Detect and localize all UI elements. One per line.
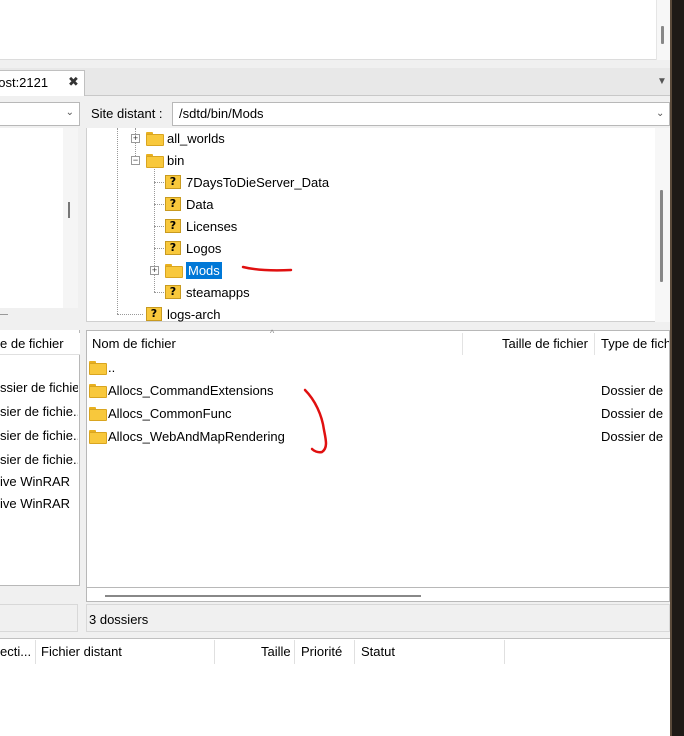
queue-column-remote-file[interactable]: Fichier distant	[41, 644, 122, 659]
remote-list-hscroll-thumb[interactable]	[105, 595, 421, 597]
close-icon[interactable]: ✖	[68, 74, 79, 90]
remote-status-text: 3 dossiers	[89, 612, 149, 627]
queue-column-priority[interactable]: Priorité	[301, 644, 342, 659]
tree-item-logs-arch[interactable]: ? logs-arch	[146, 304, 220, 324]
question-folder-icon: ?	[146, 307, 162, 321]
column-separator[interactable]	[594, 333, 595, 355]
message-log	[0, 0, 670, 60]
column-separator[interactable]	[294, 640, 295, 664]
expand-icon[interactable]: +	[150, 266, 159, 275]
tree-item-label: all_worlds	[167, 130, 225, 146]
tree-item-7daystodieserver-data[interactable]: ? 7DaysToDieServer_Data	[165, 172, 329, 192]
tree-item-data[interactable]: ? Data	[165, 194, 213, 214]
file-type: Dossier de	[601, 383, 664, 398]
folder-icon	[146, 132, 164, 146]
list-item[interactable]: sier de fichie...	[0, 452, 78, 467]
list-item[interactable]: sier de fichie...	[0, 428, 78, 443]
column-separator[interactable]	[504, 640, 505, 664]
list-item[interactable]: sier de fichie...	[0, 404, 78, 419]
tree-connector	[154, 204, 164, 205]
tree-connector	[154, 248, 164, 249]
column-header-filesize[interactable]: Taille de fichier	[502, 333, 592, 355]
local-site-path-combobox[interactable]: ⌄	[0, 102, 80, 126]
tree-connector	[154, 226, 164, 227]
tree-item-label: Licenses	[186, 218, 238, 234]
remote-tree-scroll-thumb[interactable]	[660, 190, 663, 282]
table-row[interactable]: Allocs_CommandExtensions	[89, 379, 273, 401]
column-header-filetype[interactable]: Type de fichier	[601, 333, 669, 355]
list-item[interactable]: ive WinRAR	[0, 496, 78, 511]
table-row[interactable]: Allocs_CommonFunc	[89, 402, 232, 424]
file-name: Allocs_WebAndMapRendering	[108, 428, 285, 444]
tree-item-label: logs-arch	[167, 306, 221, 322]
queue-column-direction[interactable]: ecti...	[0, 644, 31, 659]
table-row-parent[interactable]: ..	[89, 356, 115, 378]
tree-item-licenses[interactable]: ? Licenses	[165, 216, 237, 236]
remote-status-bar	[86, 604, 670, 632]
question-folder-icon: ?	[165, 285, 181, 299]
folder-icon	[89, 361, 107, 375]
chevron-down-icon[interactable]: ▼	[657, 76, 667, 87]
expand-icon[interactable]: +	[131, 134, 140, 143]
queue-column-size[interactable]: Taille	[261, 644, 291, 659]
column-separator[interactable]	[214, 640, 215, 664]
queue-column-status[interactable]: Statut	[361, 644, 395, 659]
folder-icon	[89, 384, 107, 398]
tree-connector	[117, 128, 118, 314]
table-row[interactable]: Allocs_WebAndMapRendering	[89, 425, 285, 447]
folder-icon	[146, 154, 164, 168]
folder-open-icon	[165, 264, 183, 278]
folder-icon	[89, 430, 107, 444]
tree-item-label: bin	[167, 152, 185, 168]
column-separator[interactable]	[354, 640, 355, 664]
local-column-header-type[interactable]: e de fichier	[0, 333, 80, 355]
column-separator[interactable]	[462, 333, 463, 355]
local-tree-scroll-thumb[interactable]	[68, 202, 70, 218]
collapse-icon[interactable]: −	[131, 156, 140, 165]
tree-connector	[154, 182, 164, 183]
window-edge	[670, 0, 684, 736]
tree-item-label: 7DaysToDieServer_Data	[186, 174, 330, 190]
message-log-scroll-thumb[interactable]	[661, 26, 664, 44]
parent-dir-label: ..	[108, 359, 116, 375]
tree-item-logos[interactable]: ? Logos	[165, 238, 221, 258]
tree-item-mods[interactable]: Mods	[165, 260, 222, 280]
local-tree-scrollbar[interactable]	[63, 128, 78, 308]
column-header-filename[interactable]: Nom de fichier	[92, 333, 460, 355]
tree-item-label: Logos	[186, 240, 222, 256]
question-folder-icon: ?	[165, 197, 181, 211]
file-name: Allocs_CommonFunc	[108, 405, 232, 421]
chevron-down-icon[interactable]: ⌄	[66, 107, 74, 118]
local-tree-connector	[0, 314, 8, 315]
folder-icon	[89, 407, 107, 421]
pane-splitter[interactable]	[0, 322, 670, 330]
tree-connector	[117, 314, 143, 315]
question-folder-icon: ?	[165, 241, 181, 255]
file-type: Dossier de	[601, 429, 664, 444]
column-separator[interactable]	[35, 640, 36, 664]
chevron-down-icon[interactable]: ⌄	[656, 108, 664, 119]
tree-item-label: Data	[186, 196, 214, 212]
tree-item-label-selected: Mods	[186, 261, 222, 279]
question-folder-icon: ?	[165, 175, 181, 189]
tree-item-bin[interactable]: bin	[146, 150, 184, 170]
file-type: Dossier de	[601, 406, 664, 421]
tree-item-steamapps[interactable]: ? steamapps	[165, 282, 250, 302]
remote-site-label: Site distant :	[91, 106, 163, 121]
tree-item-all-worlds[interactable]: all_worlds	[146, 128, 225, 148]
tab-label[interactable]: host:2121	[0, 75, 48, 90]
remote-site-path-value[interactable]: /sdtd/bin/Mods	[179, 106, 264, 121]
tree-connector	[154, 292, 164, 293]
tree-item-label: steamapps	[186, 284, 250, 300]
remote-file-list[interactable]	[86, 330, 670, 588]
list-item[interactable]: ssier de fichie...	[0, 380, 78, 395]
tab-strip	[0, 68, 670, 96]
list-item[interactable]: ive WinRAR	[0, 474, 78, 489]
local-status-bar	[0, 604, 78, 632]
file-name: Allocs_CommandExtensions	[108, 382, 274, 398]
question-folder-icon: ?	[165, 219, 181, 233]
